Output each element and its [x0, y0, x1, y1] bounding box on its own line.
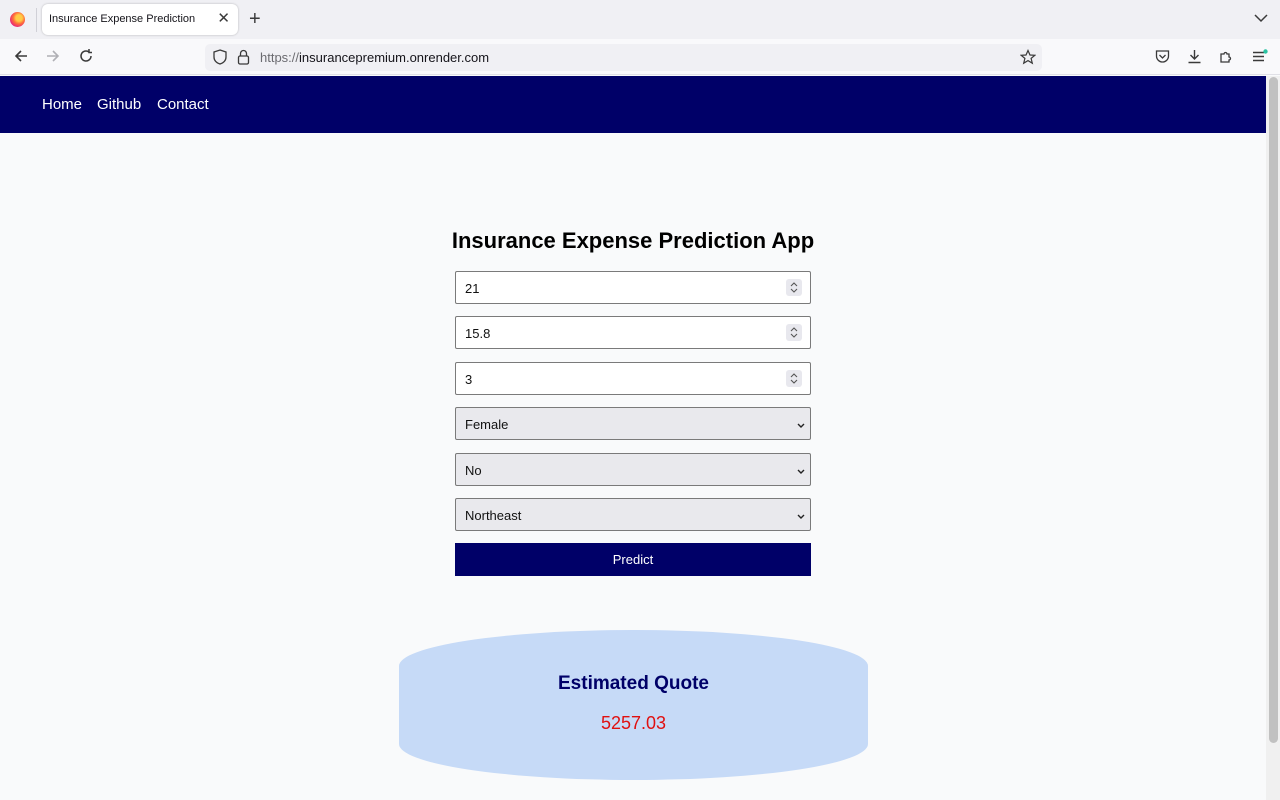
url-scheme: https://: [260, 50, 300, 65]
url-host: insurancepremium.onrender.com: [299, 50, 490, 65]
extensions-icon[interactable]: [1219, 49, 1234, 69]
age-input[interactable]: 21: [455, 271, 811, 304]
lock-icon[interactable]: [237, 49, 250, 70]
bmi-input[interactable]: 15.8: [455, 316, 811, 349]
forward-arrow-icon[interactable]: [45, 48, 61, 69]
smoker-value: No: [465, 463, 482, 478]
page-viewport: Home Github Contact Insurance Expense Pr…: [0, 76, 1266, 800]
tab-title: Insurance Expense Prediction: [49, 13, 196, 25]
app-menu-icon[interactable]: [1252, 49, 1268, 69]
site-navbar: Home Github Contact: [0, 76, 1266, 133]
age-stepper-icon[interactable]: [786, 279, 802, 296]
nav-link-github[interactable]: Github: [97, 96, 141, 113]
children-input[interactable]: 3: [455, 362, 811, 395]
browser-tab-bar: Insurance Expense Prediction ✕ +: [0, 0, 1280, 39]
close-tab-icon[interactable]: ✕: [217, 10, 230, 28]
smoker-select[interactable]: No: [455, 453, 811, 486]
sex-value: Female: [465, 417, 509, 432]
bmi-stepper-icon[interactable]: [786, 324, 802, 341]
children-stepper-icon[interactable]: [786, 370, 802, 387]
browser-tab[interactable]: Insurance Expense Prediction ✕: [42, 4, 238, 35]
age-value: 21: [465, 281, 480, 296]
tab-separator: [36, 8, 37, 32]
new-tab-icon[interactable]: +: [249, 8, 261, 30]
nav-link-home[interactable]: Home: [42, 96, 82, 113]
chevron-down-icon: [797, 418, 805, 436]
bmi-value: 15.8: [465, 326, 491, 341]
firefox-logo-icon: [10, 12, 25, 27]
region-value: Northeast: [465, 508, 522, 523]
pocket-icon[interactable]: [1155, 49, 1170, 69]
chevron-down-icon: [797, 464, 805, 482]
predict-button[interactable]: Predict: [455, 543, 811, 576]
quote-value: 5257.03: [600, 713, 667, 733]
url-text: https://insurancepremium.onrender.com: [260, 50, 489, 65]
scrollbar-thumb[interactable]: [1269, 77, 1278, 743]
page-title: Insurance Expense Prediction App: [451, 228, 815, 253]
list-all-tabs-icon[interactable]: [1254, 10, 1268, 28]
back-arrow-icon[interactable]: [13, 48, 29, 69]
downloads-icon[interactable]: [1187, 49, 1202, 69]
chevron-down-icon: [797, 509, 805, 527]
shield-icon[interactable]: [213, 49, 227, 70]
region-select[interactable]: Northeast: [455, 498, 811, 531]
estimated-quote-card: Estimated Quote 5257.03: [399, 630, 868, 780]
bookmark-star-icon[interactable]: [1019, 49, 1037, 70]
sex-select[interactable]: Female: [455, 407, 811, 440]
quote-title: Estimated Quote: [558, 673, 709, 694]
children-value: 3: [465, 372, 473, 387]
nav-link-contact[interactable]: Contact: [157, 96, 209, 113]
reload-icon[interactable]: [78, 48, 94, 69]
